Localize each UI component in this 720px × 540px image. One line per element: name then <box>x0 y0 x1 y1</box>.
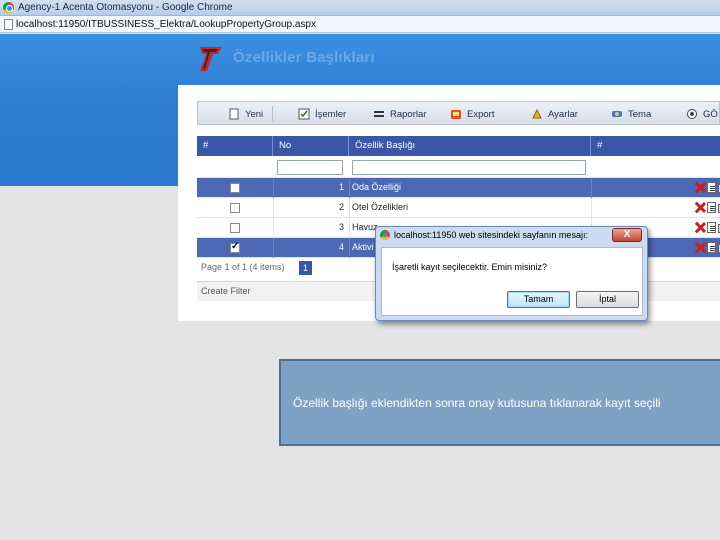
column-header-select[interactable]: # <box>197 136 273 156</box>
row-no: 1 <box>338 182 344 192</box>
column-header-actions: # <box>597 140 603 151</box>
window-title: Agency-1 Acenta Otomasyonu - Google Chro… <box>18 2 233 13</box>
page-title: Özellikler Başlıkları <box>233 49 375 66</box>
row-title: Havuz <box>352 222 378 232</box>
chrome-icon <box>3 2 14 13</box>
create-filter-label: Create Filter <box>201 286 251 296</box>
theme-icon <box>611 108 623 120</box>
table-row[interactable]: 2 Otel Özelikleri <box>197 198 720 218</box>
toolbar-settings-button[interactable]: Ayarlar <box>531 106 578 122</box>
row-actions <box>695 242 720 253</box>
dialog-message: İşaretli kayıt seçilecektir. Emin misini… <box>392 262 548 272</box>
title-filter-input[interactable] <box>352 160 586 175</box>
export-icon <box>450 108 462 120</box>
delete-icon[interactable] <box>695 182 705 193</box>
edit-icon[interactable] <box>707 242 716 253</box>
column-header-title[interactable]: Özellik Başlığı <box>349 136 591 156</box>
edit-icon[interactable] <box>707 182 716 193</box>
row-no: 4 <box>338 242 344 252</box>
filter-row <box>197 156 720 178</box>
row-actions <box>695 202 720 213</box>
table-row[interactable]: 1 Oda Özelliği <box>197 178 720 198</box>
row-title: Oda Özelliği <box>352 182 402 192</box>
page-1-button[interactable]: 1 <box>299 261 313 275</box>
row-title: Otel Özelikleri <box>352 202 409 212</box>
address-bar[interactable]: localhost:11950/ITBUSSINESS_Elektra/Look… <box>0 16 720 33</box>
toolbar-operations-button[interactable]: İşemler <box>298 106 346 122</box>
delete-icon[interactable] <box>695 222 705 233</box>
checklist-icon <box>298 108 310 120</box>
url-text[interactable]: localhost:11950/ITBUSSINESS_Elektra/Look… <box>16 19 316 30</box>
toolbar-new-button[interactable]: Yeni <box>228 106 263 122</box>
chrome-icon <box>380 230 390 240</box>
row-checkbox[interactable] <box>230 183 240 193</box>
row-actions <box>695 182 720 193</box>
row-no: 2 <box>338 202 344 212</box>
toolbar-view-button[interactable]: GÖ <box>686 106 718 122</box>
dialog-close-button[interactable]: X <box>612 228 642 242</box>
row-no: 3 <box>338 222 344 232</box>
browser-title-bar: Agency-1 Acenta Otomasyonu - Google Chro… <box>0 0 720 16</box>
no-filter-input[interactable] <box>277 160 343 175</box>
confirm-dialog: localhost:11950 web sitesindeki sayfanın… <box>375 226 648 321</box>
ok-button[interactable]: Tamam <box>507 291 570 308</box>
grid-header: # No Özellik Başlığı # <box>197 136 720 156</box>
toolbar-reports-button[interactable]: Raporlar <box>373 106 426 122</box>
delete-icon[interactable] <box>695 202 705 213</box>
edit-icon[interactable] <box>707 222 716 233</box>
grid-toolbar: Yeni İşemler Raporlar Export Ayarlar Tem… <box>197 101 720 125</box>
pager-summary: Page 1 of 1 (4 items) <box>201 262 285 272</box>
new-document-icon <box>228 108 240 120</box>
row-checkbox[interactable] <box>230 203 240 213</box>
caption-box: Özellik başlığı eklendikten sonra onay k… <box>279 359 720 446</box>
toolbar-separator <box>272 106 273 121</box>
view-icon <box>686 108 698 120</box>
report-icon <box>373 108 385 120</box>
settings-icon <box>531 108 543 120</box>
row-actions <box>695 222 720 233</box>
row-checkbox[interactable] <box>230 223 240 233</box>
app-logo-icon <box>200 47 222 71</box>
dialog-body: İşaretli kayıt seçilecektir. Emin misini… <box>381 247 643 316</box>
cancel-button[interactable]: İptal <box>576 291 639 308</box>
caption-text: Özellik başlığı eklendikten sonra onay k… <box>293 396 661 410</box>
dialog-title: localhost:11950 web sitesindeki sayfanın… <box>380 230 588 240</box>
toolbar-export-button[interactable]: Export <box>450 106 494 122</box>
delete-icon[interactable] <box>695 242 705 253</box>
row-title: Aktivi <box>352 242 374 252</box>
row-checkbox-checked[interactable] <box>230 241 240 253</box>
toolbar-theme-button[interactable]: Tema <box>611 106 651 122</box>
column-header-no[interactable]: No <box>273 136 349 156</box>
page-icon <box>4 19 13 30</box>
edit-icon[interactable] <box>707 202 716 213</box>
